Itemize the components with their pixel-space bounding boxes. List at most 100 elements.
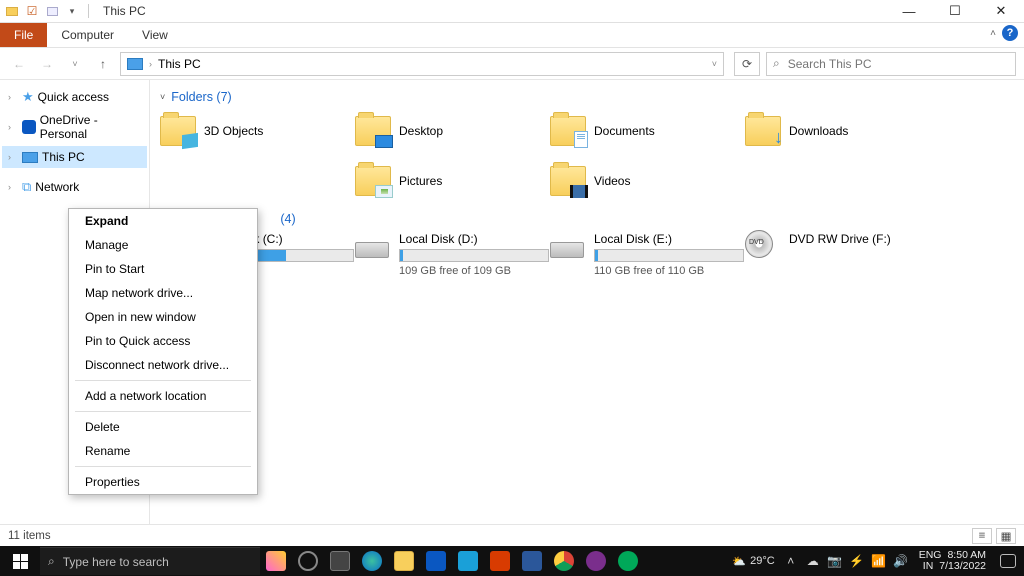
start-button[interactable] [0, 554, 40, 569]
drive-item[interactable]: Local Disk (D:) 109 GB free of 109 GB [355, 232, 550, 277]
context-menu-item[interactable]: Disconnect network drive... [75, 353, 251, 377]
folder-icon [550, 116, 586, 146]
folder-icon [355, 166, 391, 196]
drives-group-header[interactable]: ˅ Devices and drives (4) [160, 212, 1014, 226]
drive-item[interactable]: DVD RW Drive (F:) [745, 232, 940, 277]
large-icons-view-button[interactable]: ▦ [996, 528, 1016, 544]
ribbon-expand-icon[interactable]: ˄ [990, 28, 996, 39]
context-menu-item[interactable]: Properties [75, 470, 251, 494]
file-tab[interactable]: File [0, 23, 47, 47]
new-folder-qat-icon[interactable] [44, 3, 60, 19]
app-icon[interactable] [580, 546, 612, 576]
date-text: 7/13/2022 [939, 561, 986, 572]
taskbar-clock[interactable]: ENG 8:50 AM IN 7/13/2022 [913, 550, 992, 572]
cortana-icon[interactable] [292, 546, 324, 576]
chevron-right-icon[interactable]: › [8, 152, 18, 162]
search-box[interactable]: ⌕ [766, 52, 1016, 76]
sidebar-item-onedrive[interactable]: › OneDrive - Personal [2, 116, 147, 138]
context-menu-item[interactable]: Rename [75, 439, 251, 463]
item-count: 11 items [8, 530, 51, 542]
drive-title: Local Disk (E:) [594, 232, 744, 246]
chrome-icon[interactable] [548, 546, 580, 576]
search-input[interactable] [786, 56, 1009, 72]
sidebar-item-network[interactable]: › ⧉ Network [2, 176, 147, 198]
meet-now-icon[interactable]: 📷 [827, 554, 843, 568]
recent-dropdown[interactable]: ˅ [64, 53, 86, 75]
widgets-icon[interactable] [260, 546, 292, 576]
back-button[interactable]: ← [8, 53, 30, 75]
forward-button[interactable]: → [36, 53, 58, 75]
weather-widget[interactable]: ⛅ 29°C [724, 555, 782, 568]
word-icon[interactable] [516, 546, 548, 576]
up-button[interactable]: ↑ [92, 53, 114, 75]
app-icon[interactable] [612, 546, 644, 576]
sidebar-item-this-pc[interactable]: › This PC [2, 146, 147, 168]
context-menu-item[interactable]: Map network drive... [75, 281, 251, 305]
context-menu-item[interactable]: Open in new window [75, 305, 251, 329]
properties-qat-icon[interactable]: ☑ [24, 3, 40, 19]
maximize-button[interactable]: ☐ [932, 0, 978, 22]
context-menu-item[interactable]: Manage [75, 233, 251, 257]
context-menu-item[interactable]: Add a network location [75, 384, 251, 408]
qat-dropdown-icon[interactable]: ▾ [64, 3, 80, 19]
folders-group-header[interactable]: ˅ Folders (7) [160, 90, 1014, 104]
task-view-icon[interactable] [324, 546, 356, 576]
drive-free-text: 110 GB free of 110 GB [594, 265, 744, 277]
store-icon[interactable] [452, 546, 484, 576]
context-menu-item[interactable]: Expand [75, 209, 251, 233]
onedrive-icon [22, 120, 36, 134]
folder-documents[interactable]: Documents [550, 110, 745, 152]
nav-bar: ← → ˅ ↑ › This PC ˅ ⟳ ⌕ [0, 48, 1024, 80]
drive-title: Local Disk (D:) [399, 232, 549, 246]
sidebar-item-quick-access[interactable]: › ★ Quick access [2, 86, 147, 108]
drive-free-text: 109 GB free of 109 GB [399, 265, 549, 277]
folder-icon [355, 116, 391, 146]
volume-icon[interactable]: 🔊 [893, 554, 909, 568]
details-view-button[interactable]: ≡ [972, 528, 992, 544]
folder-label: Downloads [789, 124, 848, 138]
chevron-right-icon[interactable]: › [8, 182, 18, 192]
context-menu-item[interactable]: Pin to Start [75, 257, 251, 281]
folder-label: Pictures [399, 174, 442, 188]
explorer-taskbar-icon[interactable] [388, 546, 420, 576]
address-bar[interactable]: › This PC ˅ [120, 52, 724, 76]
help-icon[interactable]: ? [1002, 25, 1018, 41]
content-pane: ˅ Folders (7) 3D Objects Desktop Documen… [150, 80, 1024, 524]
refresh-button[interactable]: ⟳ [734, 52, 760, 76]
onedrive-tray-icon[interactable]: ☁ [805, 554, 821, 568]
tray-overflow-icon[interactable]: ˄ [783, 554, 799, 568]
mail-icon[interactable] [420, 546, 452, 576]
edge-icon[interactable] [356, 546, 388, 576]
chevron-right-icon[interactable]: › [8, 122, 18, 132]
breadcrumb[interactable]: This PC [158, 57, 201, 71]
folders-grid: 3D Objects Desktop Documents ↓Downloads … [160, 110, 1014, 202]
quick-access-toolbar: ☑ ▾ [0, 0, 97, 22]
address-dropdown-icon[interactable]: ˅ [712, 59, 717, 69]
office-icon[interactable] [484, 546, 516, 576]
action-center-icon[interactable] [992, 546, 1024, 576]
minimize-button[interactable]: — [886, 0, 932, 22]
taskbar-search[interactable]: ⌕ Type here to search [40, 547, 260, 575]
folder-desktop[interactable]: Desktop [355, 110, 550, 152]
folder-label: Desktop [399, 124, 443, 138]
drives-grid: Local Disk (C:)78.1 GBLocal Disk (D:)109… [160, 232, 1014, 277]
folder-videos[interactable]: Videos [550, 160, 745, 202]
drive-title: DVD RW Drive (F:) [789, 232, 891, 246]
folder-3d-objects[interactable]: 3D Objects [160, 110, 355, 152]
battery-icon[interactable]: ⚡ [849, 554, 865, 568]
search-icon: ⌕ [773, 56, 780, 71]
computer-tab[interactable]: Computer [47, 23, 128, 47]
folder-pictures[interactable]: Pictures [355, 160, 550, 202]
view-tab[interactable]: View [128, 23, 182, 47]
wifi-icon[interactable]: 📶 [871, 554, 887, 568]
close-button[interactable]: ✕ [978, 0, 1024, 22]
ribbon: File Computer View ˄ ? [0, 23, 1024, 48]
context-menu-item[interactable]: Pin to Quick access [75, 329, 251, 353]
explorer-icon [4, 3, 20, 19]
drive-item[interactable]: Local Disk (E:) 110 GB free of 110 GB [550, 232, 745, 277]
lang-region: IN [923, 561, 934, 572]
drive-usage-bar [399, 249, 549, 262]
folder-downloads[interactable]: ↓Downloads [745, 110, 940, 152]
chevron-right-icon[interactable]: › [8, 92, 18, 102]
context-menu-item[interactable]: Delete [75, 415, 251, 439]
